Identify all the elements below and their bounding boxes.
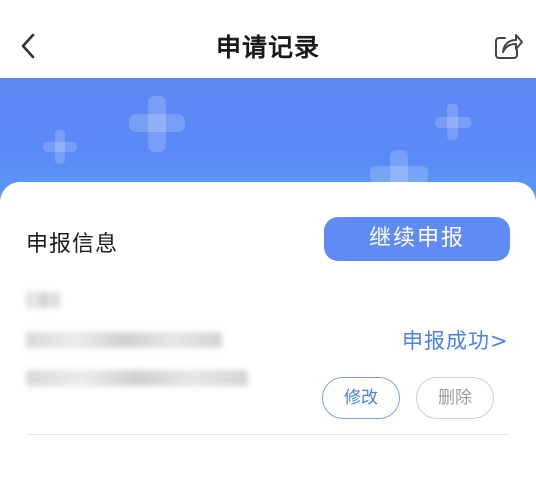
share-icon — [495, 34, 523, 59]
redacted-id-number — [26, 332, 222, 348]
record-card: 申报信息 继续申报 申报成功> 修改 删除 — [0, 182, 536, 491]
section-title: 申报信息 — [26, 232, 119, 257]
nav-bar: 申请记录 — [0, 0, 536, 78]
share-button[interactable] — [490, 28, 526, 64]
page-title: 申请记录 — [215, 33, 320, 62]
status-link[interactable]: 申报成功> — [402, 325, 509, 355]
edit-button[interactable]: 修改 — [322, 377, 400, 419]
delete-button[interactable]: 删除 — [416, 377, 494, 419]
divider — [26, 434, 510, 435]
application-record-page: 申请记录 申报信息 继续申报 申报成功> 修改 删除 — [0, 0, 536, 491]
redacted-name — [26, 292, 60, 308]
continue-declare-button[interactable]: 继续申报 — [324, 217, 510, 261]
redacted-datetime — [26, 370, 248, 386]
